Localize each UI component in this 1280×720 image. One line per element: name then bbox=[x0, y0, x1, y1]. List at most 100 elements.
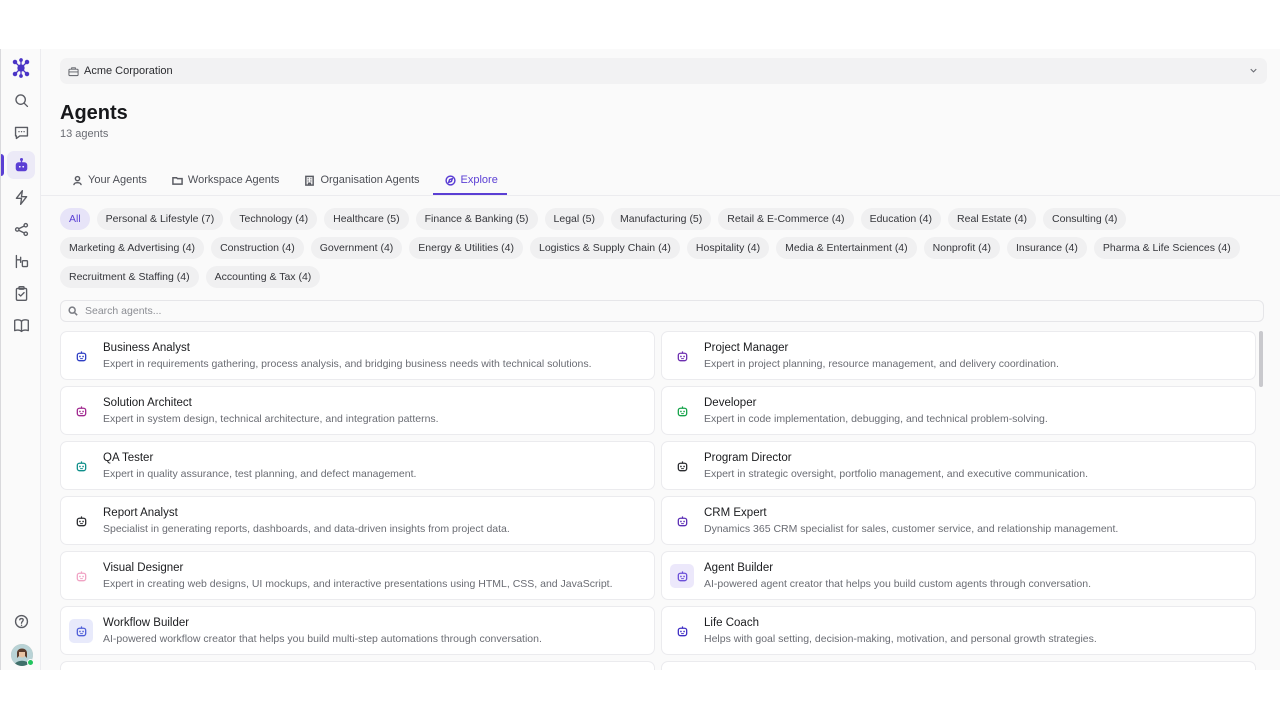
agent-card[interactable]: Developer Expert in code implementation, … bbox=[661, 386, 1256, 435]
category-chip[interactable]: Technology (4) bbox=[230, 208, 318, 230]
workspace-selector[interactable]: Acme Corporation bbox=[60, 58, 1267, 84]
share-icon[interactable] bbox=[7, 215, 35, 243]
tab-workspace-agents[interactable]: Workspace Agents bbox=[160, 169, 289, 195]
briefcase-icon bbox=[68, 66, 79, 76]
agent-description: Expert in project planning, resource man… bbox=[704, 358, 1059, 370]
category-chip[interactable]: Insurance (4) bbox=[1007, 237, 1087, 259]
agent-name: Agent Builder bbox=[704, 562, 774, 574]
agent-card[interactable]: Program Director Expert in strategic over… bbox=[661, 441, 1256, 490]
chat-icon[interactable] bbox=[7, 118, 35, 146]
agent-description: Expert in creating web designs, UI mocku… bbox=[103, 578, 613, 590]
agent-card[interactable]: Agent Builder AI-powered agent creator th… bbox=[661, 551, 1256, 600]
category-chip[interactable]: Real Estate (4) bbox=[948, 208, 1037, 230]
search-bar[interactable] bbox=[60, 300, 1264, 322]
category-chip[interactable]: Pharma & Life Sciences (4) bbox=[1093, 237, 1240, 259]
category-chip[interactable]: Construction (4) bbox=[211, 237, 304, 259]
category-chip[interactable]: Healthcare (5) bbox=[324, 208, 409, 230]
agent-description: Expert in strategic oversight, portfolio… bbox=[704, 468, 1089, 480]
search-icon bbox=[68, 306, 78, 316]
category-chip[interactable]: All bbox=[60, 208, 90, 230]
robot-icon bbox=[670, 564, 694, 588]
agent-count: 13 agents bbox=[60, 128, 109, 140]
category-chip[interactable]: Manufacturing (5) bbox=[610, 208, 712, 230]
tab-bar: Your Agents Workspace Agents Organisatio… bbox=[60, 169, 511, 195]
agent-name: Project Manager bbox=[704, 342, 789, 354]
user-icon bbox=[73, 175, 82, 186]
category-chip[interactable]: Logistics & Supply Chain (4) bbox=[530, 237, 680, 259]
category-filter: All Personal & Lifestyle (7) Technology (4… bbox=[60, 208, 1270, 288]
folder-icon bbox=[172, 177, 183, 185]
robot-icon bbox=[69, 399, 93, 423]
book-icon[interactable] bbox=[7, 311, 35, 339]
agent-name: Program Director bbox=[704, 452, 792, 464]
agent-card[interactable]: Workflow Builder AI-powered workflow crea… bbox=[60, 606, 655, 655]
agent-card[interactable]: Life Coach Helps with goal setting, decis… bbox=[661, 606, 1256, 655]
robot-icon bbox=[69, 619, 93, 643]
agent-card[interactable]: QA Tester Expert in quality assurance, te… bbox=[60, 441, 655, 490]
tab-explore[interactable]: Explore bbox=[432, 169, 507, 195]
building-icon bbox=[305, 175, 315, 186]
agent-card[interactable] bbox=[60, 661, 655, 670]
category-chip[interactable]: Nonprofit (4) bbox=[923, 237, 1001, 259]
compass-icon bbox=[444, 175, 456, 186]
agent-name: CRM Expert bbox=[704, 507, 767, 519]
category-chip[interactable]: Legal (5) bbox=[544, 208, 604, 230]
agent-card[interactable]: Solution Architect Expert in system desig… bbox=[60, 386, 655, 435]
app-window: Acme Corporation Agents 13 agents Your A… bbox=[0, 49, 1280, 670]
clipboard-icon[interactable] bbox=[7, 279, 35, 307]
logo-icon[interactable] bbox=[7, 54, 35, 82]
category-chip[interactable]: Retail & E-Commerce (4) bbox=[718, 208, 854, 230]
agent-card[interactable]: Visual Designer Expert in creating web de… bbox=[60, 551, 655, 600]
robot-icon bbox=[670, 619, 694, 643]
category-chip[interactable]: Personal & Lifestyle (7) bbox=[96, 208, 224, 230]
agent-icon[interactable] bbox=[7, 151, 35, 179]
agent-description: Specialist in generating reports, dashbo… bbox=[103, 523, 510, 535]
category-chip[interactable]: Marketing & Advertising (4) bbox=[60, 237, 205, 259]
agent-description: Dynamics 365 CRM specialist for sales, c… bbox=[704, 523, 1119, 535]
search-icon[interactable] bbox=[7, 86, 35, 114]
category-chip[interactable]: Government (4) bbox=[310, 237, 403, 259]
agent-card[interactable] bbox=[661, 661, 1256, 670]
category-chip[interactable]: Accounting & Tax (4) bbox=[205, 266, 321, 288]
agent-name: QA Tester bbox=[103, 452, 154, 464]
agent-description: Expert in system design, technical archi… bbox=[103, 413, 439, 425]
category-chip[interactable]: Finance & Banking (5) bbox=[415, 208, 538, 230]
category-chip[interactable]: Consulting (4) bbox=[1043, 208, 1127, 230]
agent-name: Life Coach bbox=[704, 617, 759, 629]
agent-name: Report Analyst bbox=[103, 507, 178, 519]
active-marker bbox=[1, 154, 4, 176]
category-chip[interactable]: Recruitment & Staffing (4) bbox=[60, 266, 199, 288]
agent-card[interactable]: CRM Expert Dynamics 365 CRM specialist fo… bbox=[661, 496, 1256, 545]
help-icon[interactable] bbox=[7, 607, 35, 635]
agent-description: Expert in code implementation, debugging… bbox=[704, 413, 1048, 425]
tab-divider bbox=[41, 195, 1280, 196]
agent-card[interactable]: Business Analyst Expert in requirements g… bbox=[60, 331, 655, 380]
agent-name: Visual Designer bbox=[103, 562, 184, 574]
robot-icon bbox=[69, 344, 93, 368]
agent-name: Solution Architect bbox=[103, 397, 192, 409]
agent-description: AI-powered workflow creator that helps y… bbox=[103, 633, 542, 645]
tab-your-agents[interactable]: Your Agents bbox=[60, 169, 156, 195]
agent-description: Helps with goal setting, decision-making… bbox=[704, 633, 1097, 645]
workspace-name: Acme Corporation bbox=[84, 65, 173, 77]
online-status-indicator bbox=[27, 659, 34, 666]
agent-card[interactable]: Report Analyst Specialist in generating r… bbox=[60, 496, 655, 545]
lightning-icon[interactable] bbox=[7, 183, 35, 211]
category-chip[interactable]: Energy & Utilities (4) bbox=[409, 237, 523, 259]
category-chip[interactable]: Media & Entertainment (4) bbox=[776, 237, 917, 259]
agent-name: Workflow Builder bbox=[103, 617, 190, 629]
agent-grid: Business Analyst Expert in requirements g… bbox=[60, 331, 1256, 670]
category-chip[interactable]: Education (4) bbox=[860, 208, 942, 230]
scrollbar[interactable] bbox=[1259, 331, 1263, 387]
tools-icon[interactable] bbox=[7, 247, 35, 275]
category-chip[interactable]: Hospitality (4) bbox=[686, 237, 770, 259]
tab-organisation-agents[interactable]: Organisation Agents bbox=[292, 169, 428, 195]
agent-description: AI-powered agent creator that helps you … bbox=[704, 578, 1091, 590]
agent-card[interactable]: Project Manager Expert in project plannin… bbox=[661, 331, 1256, 380]
chevron-down-icon bbox=[1250, 68, 1257, 73]
agent-name: Developer bbox=[704, 397, 757, 409]
search-input[interactable] bbox=[85, 305, 1235, 317]
robot-icon bbox=[670, 509, 694, 533]
robot-icon bbox=[670, 399, 694, 423]
agent-description: Expert in quality assurance, test planni… bbox=[103, 468, 417, 480]
